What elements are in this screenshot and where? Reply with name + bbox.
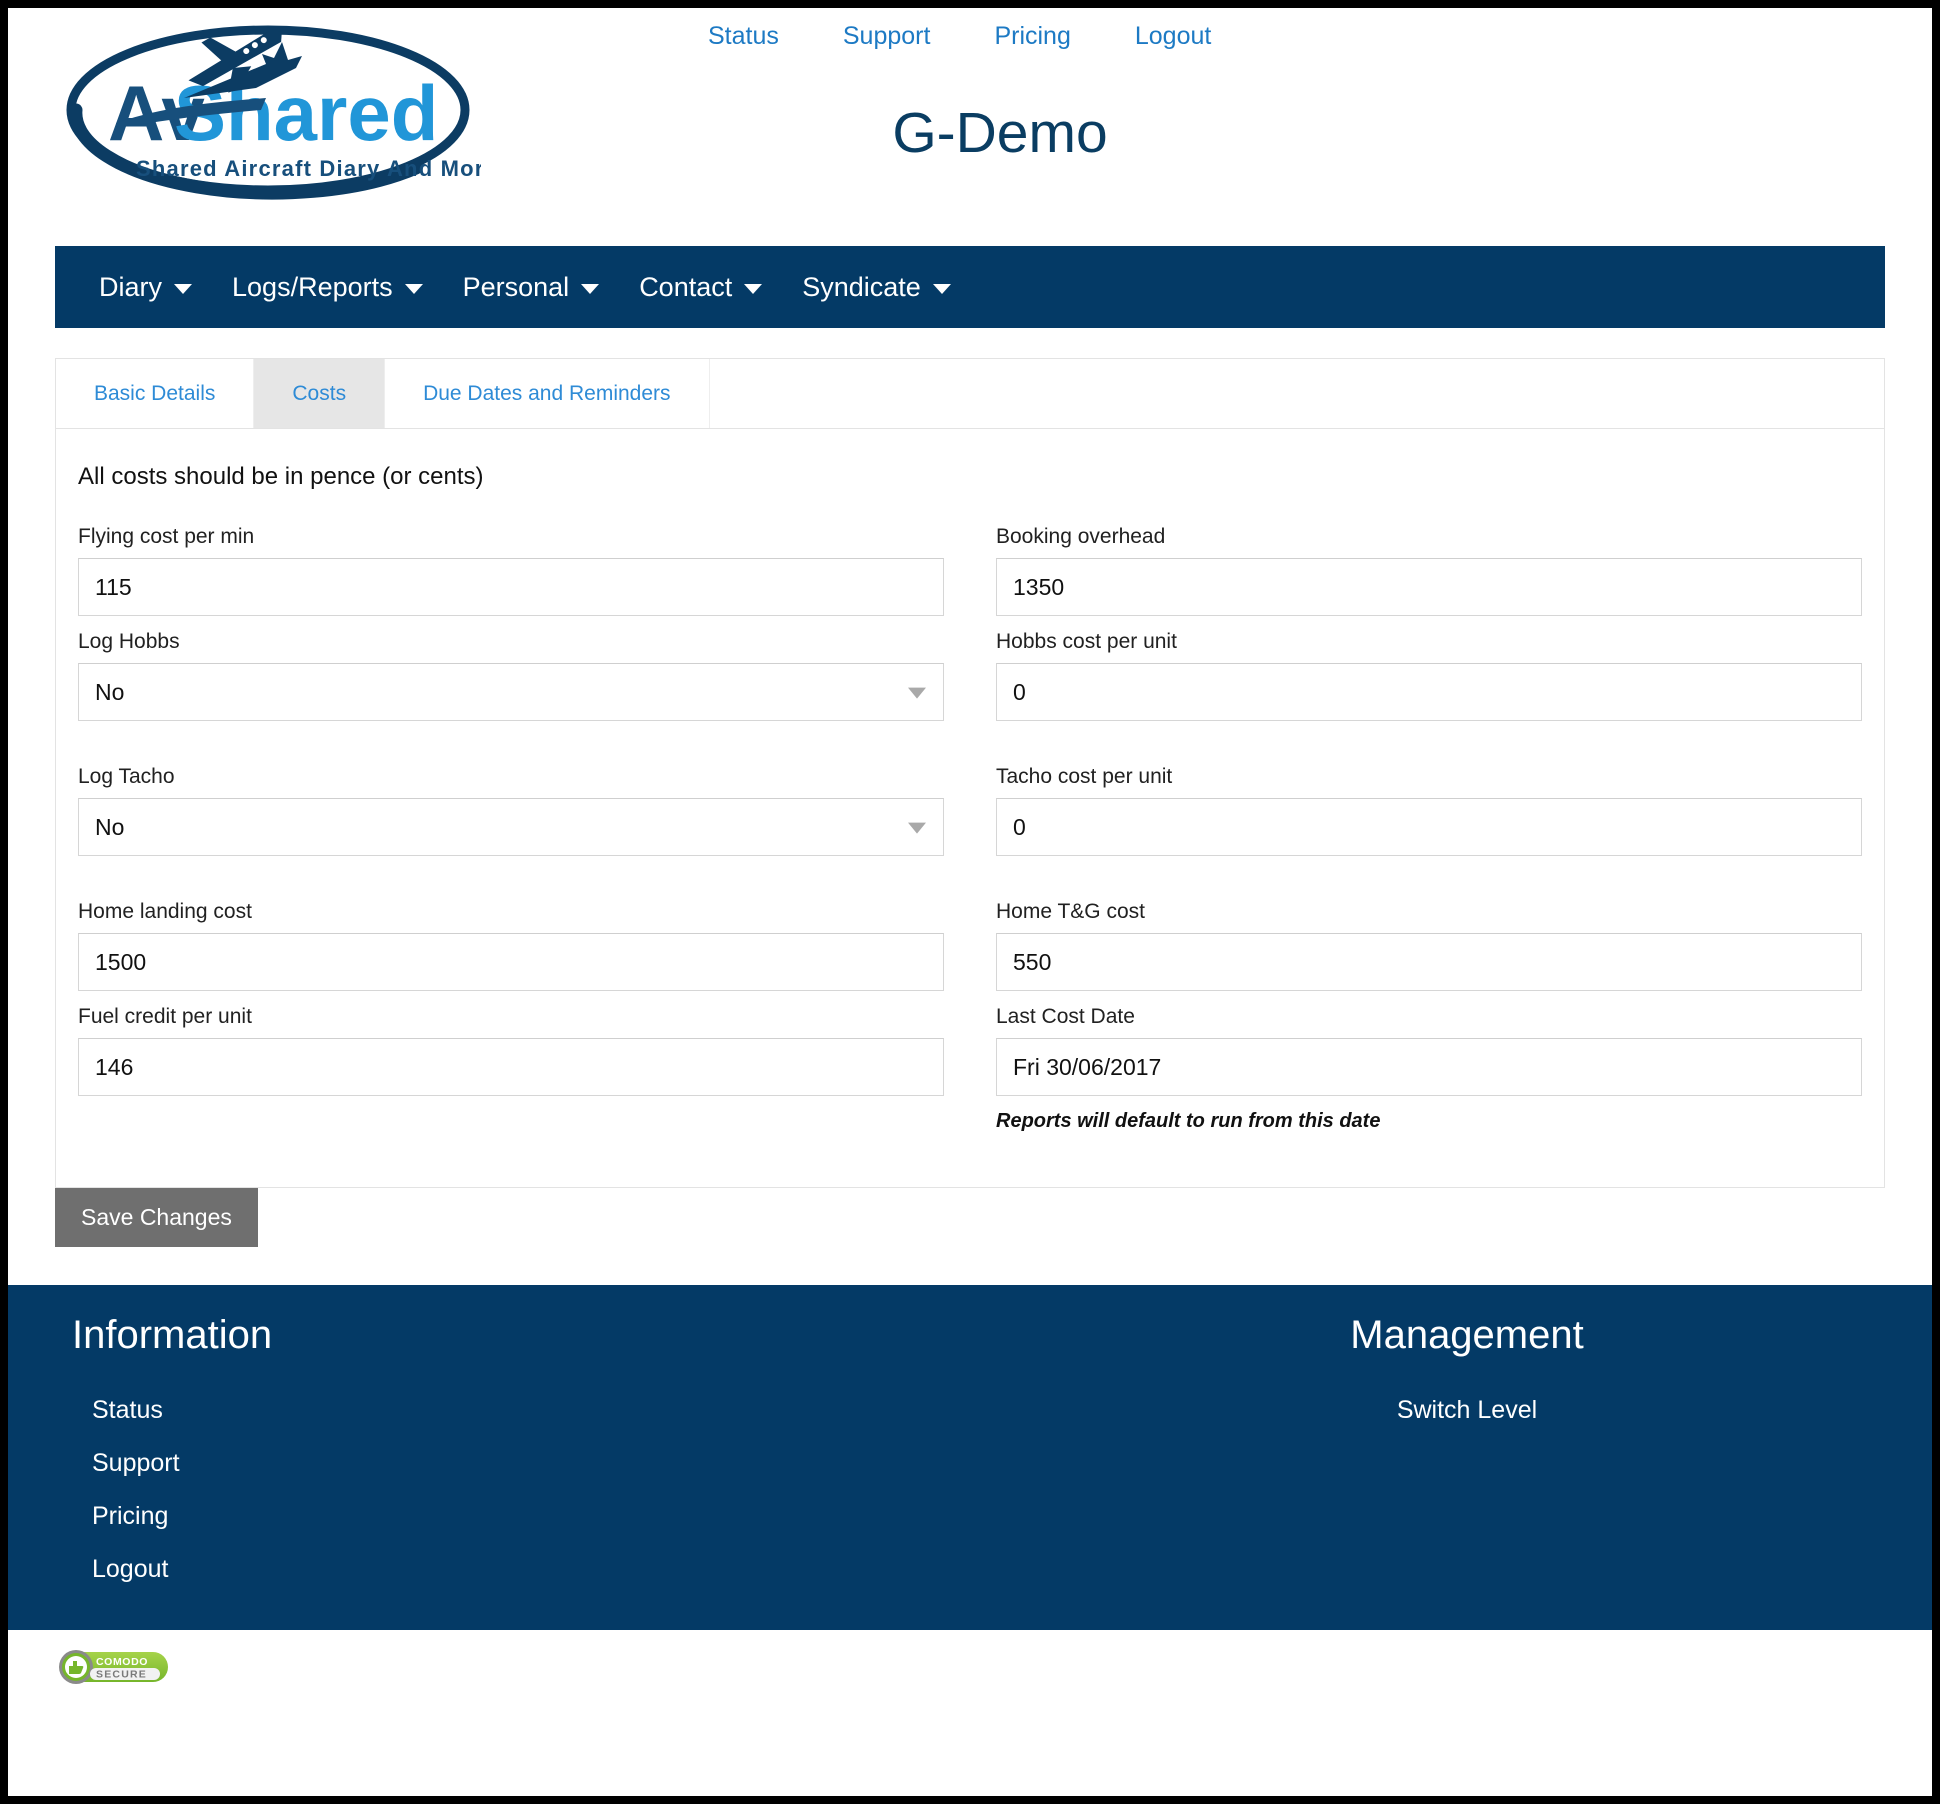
- footer-link-support[interactable]: Support: [72, 1437, 180, 1490]
- field-home-landing-cost: Home landing cost: [78, 900, 944, 991]
- footer-link-pricing[interactable]: Pricing: [72, 1490, 168, 1543]
- column-spacer: [78, 735, 944, 765]
- save-row: Save Changes: [55, 1188, 1885, 1247]
- field-fuel-credit-per-unit: Fuel credit per unit: [78, 1005, 944, 1096]
- costs-form-grid: Flying cost per min Log Hobbs No: [78, 525, 1862, 1147]
- chevron-down-icon: [581, 284, 600, 294]
- input-flying-cost-per-min[interactable]: [78, 558, 944, 616]
- label-last-cost-date: Last Cost Date: [996, 1005, 1135, 1028]
- select-log-hobbs[interactable]: No: [78, 663, 944, 721]
- field-log-hobbs: Log Hobbs No: [78, 630, 944, 721]
- label-log-hobbs: Log Hobbs: [78, 630, 180, 653]
- note-last-cost-date: Reports will default to run from this da…: [996, 1110, 1381, 1132]
- field-tacho-cost-per-unit: Tacho cost per unit: [996, 765, 1862, 856]
- field-log-tacho: Log Tacho No: [78, 765, 944, 856]
- chevron-down-icon: [174, 284, 193, 294]
- field-flying-cost-per-min: Flying cost per min: [78, 525, 944, 616]
- header-link-status[interactable]: Status: [708, 22, 779, 51]
- costs-left-column: Flying cost per min Log Hobbs No: [78, 525, 944, 1147]
- page-title: G-Demo: [892, 101, 1108, 165]
- site-footer: Information Status Support Pricing Logou…: [8, 1285, 1932, 1630]
- footer-link-logout[interactable]: Logout: [72, 1543, 168, 1596]
- nav-label-contact: Contact: [639, 271, 733, 302]
- costs-right-column: Booking overhead Hobbs cost per unit Tac…: [996, 525, 1862, 1147]
- select-wrap-log-tacho: No: [78, 798, 944, 856]
- footer-information-column: Information Status Support Pricing Logou…: [8, 1285, 1002, 1630]
- costs-hint: All costs should be in pence (or cents): [78, 463, 484, 490]
- screenshot-root: Av Shared Shared Aircraft Diary And More: [0, 0, 1940, 1804]
- field-home-tg-cost: Home T&G cost: [996, 900, 1862, 991]
- label-log-tacho: Log Tacho: [78, 765, 175, 788]
- chevron-down-icon: [404, 284, 423, 294]
- tab-bar: Basic Details Costs Due Dates and Remind…: [56, 359, 1884, 429]
- footer-link-status[interactable]: Status: [72, 1384, 163, 1437]
- field-hobbs-cost-per-unit: Hobbs cost per unit: [996, 630, 1862, 721]
- page-container: Av Shared Shared Aircraft Diary And More: [8, 8, 1932, 1796]
- nav-label-syndicate: Syndicate: [802, 271, 921, 302]
- select-log-tacho[interactable]: No: [78, 798, 944, 856]
- chevron-down-icon: [932, 284, 951, 294]
- header-link-support[interactable]: Support: [843, 22, 931, 51]
- costs-panel: Basic Details Costs Due Dates and Remind…: [55, 358, 1885, 1188]
- select-wrap-log-hobbs: No: [78, 663, 944, 721]
- comodo-secure-badge[interactable]: COMODO SECURE: [56, 1647, 174, 1687]
- save-changes-button[interactable]: Save Changes: [55, 1188, 258, 1247]
- nav-item-syndicate[interactable]: Syndicate: [782, 266, 971, 309]
- input-home-tg-cost[interactable]: [996, 933, 1862, 991]
- site-header: Av Shared Shared Aircraft Diary And More: [8, 8, 1932, 246]
- footer-management-title: Management: [1350, 1313, 1584, 1357]
- column-spacer: [78, 870, 944, 900]
- costs-form: All costs should be in pence (or cents) …: [56, 429, 1884, 1187]
- tab-costs[interactable]: Costs: [254, 359, 386, 428]
- badge-strip: COMODO SECURE: [8, 1630, 1932, 1704]
- column-spacer: [996, 870, 1862, 900]
- input-last-cost-date[interactable]: [996, 1038, 1862, 1096]
- label-tacho-cost-per-unit: Tacho cost per unit: [996, 765, 1173, 788]
- footer-link-switch-level[interactable]: Switch Level: [1397, 1384, 1537, 1437]
- header-link-logout[interactable]: Logout: [1135, 22, 1211, 51]
- nav-item-diary[interactable]: Diary: [79, 266, 212, 309]
- comodo-line1: COMODO: [96, 1656, 148, 1668]
- main-navbar: Diary Logs/Reports Personal Contact Synd…: [55, 246, 1885, 328]
- input-home-landing-cost[interactable]: [78, 933, 944, 991]
- nav-label-logs-reports: Logs/Reports: [232, 271, 393, 302]
- input-fuel-credit-per-unit[interactable]: [78, 1038, 944, 1096]
- nav-item-logs-reports[interactable]: Logs/Reports: [212, 266, 443, 309]
- label-flying-cost-per-min: Flying cost per min: [78, 525, 255, 548]
- label-home-landing-cost: Home landing cost: [78, 900, 252, 923]
- column-spacer: [996, 735, 1862, 765]
- header-link-pricing[interactable]: Pricing: [994, 22, 1070, 51]
- input-hobbs-cost-per-unit[interactable]: [996, 663, 1862, 721]
- input-booking-overhead[interactable]: [996, 558, 1862, 616]
- nav-label-diary: Diary: [99, 271, 163, 302]
- footer-information-title: Information: [72, 1313, 273, 1357]
- chevron-down-icon: [744, 284, 763, 294]
- footer-management-column: Management Switch Level: [1002, 1285, 1932, 1630]
- input-tacho-cost-per-unit[interactable]: [996, 798, 1862, 856]
- comodo-line2: SECURE: [96, 1669, 147, 1681]
- nav-item-personal[interactable]: Personal: [443, 266, 620, 309]
- nav-label-personal: Personal: [462, 271, 570, 302]
- tab-basic-details[interactable]: Basic Details: [56, 359, 255, 428]
- field-booking-overhead: Booking overhead: [996, 525, 1862, 616]
- nav-item-contact[interactable]: Contact: [619, 266, 782, 309]
- tab-due-dates-and-reminders[interactable]: Due Dates and Reminders: [385, 359, 710, 428]
- label-booking-overhead: Booking overhead: [996, 525, 1166, 548]
- field-last-cost-date: Last Cost Date Reports will default to r…: [996, 1005, 1862, 1133]
- label-fuel-credit-per-unit: Fuel credit per unit: [78, 1005, 252, 1028]
- label-hobbs-cost-per-unit: Hobbs cost per unit: [996, 630, 1177, 653]
- label-home-tg-cost: Home T&G cost: [996, 900, 1145, 923]
- header-nav-links: Status Support Pricing Logout: [708, 22, 1211, 51]
